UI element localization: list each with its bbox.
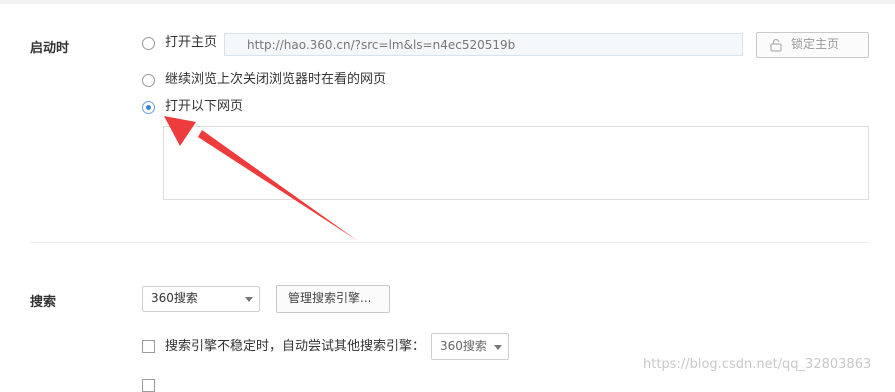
fallback-engine-checkbox[interactable] (142, 340, 155, 353)
chevron-down-icon (494, 345, 502, 350)
radio-continue-session[interactable] (142, 74, 155, 87)
manage-search-engines-label: 管理搜索引擎... (288, 291, 372, 305)
watermark-text: https://blog.csdn.net/qq_32803863 (643, 357, 872, 372)
search-engine-select-value: 360搜索 (151, 291, 198, 305)
startup-section-label: 启动时 (30, 41, 70, 56)
next-option-checkbox[interactable] (142, 379, 155, 392)
radio-continue-session-label[interactable]: 继续浏览上次关闭浏览器时在看的网页 (165, 72, 386, 88)
section-divider (30, 242, 869, 243)
lock-icon (770, 38, 782, 52)
top-divider (0, 0, 895, 4)
radio-open-homepage[interactable] (142, 37, 155, 50)
search-section-label: 搜索 (30, 295, 57, 310)
annotation-arrow (164, 116, 358, 241)
fallback-engine-select-value: 360搜索 (440, 339, 487, 353)
lock-homepage-label: 锁定主页 (791, 37, 840, 51)
radio-open-homepage-label[interactable]: 打开主页 (165, 35, 217, 51)
chevron-down-icon (245, 297, 253, 302)
fallback-engine-label: 搜索引擎不稳定时，自动尝试其他搜索引擎： (165, 339, 426, 354)
homepage-url-field[interactable]: http://hao.360.cn/?src=lm&ls=n4ec520519b (224, 33, 743, 56)
